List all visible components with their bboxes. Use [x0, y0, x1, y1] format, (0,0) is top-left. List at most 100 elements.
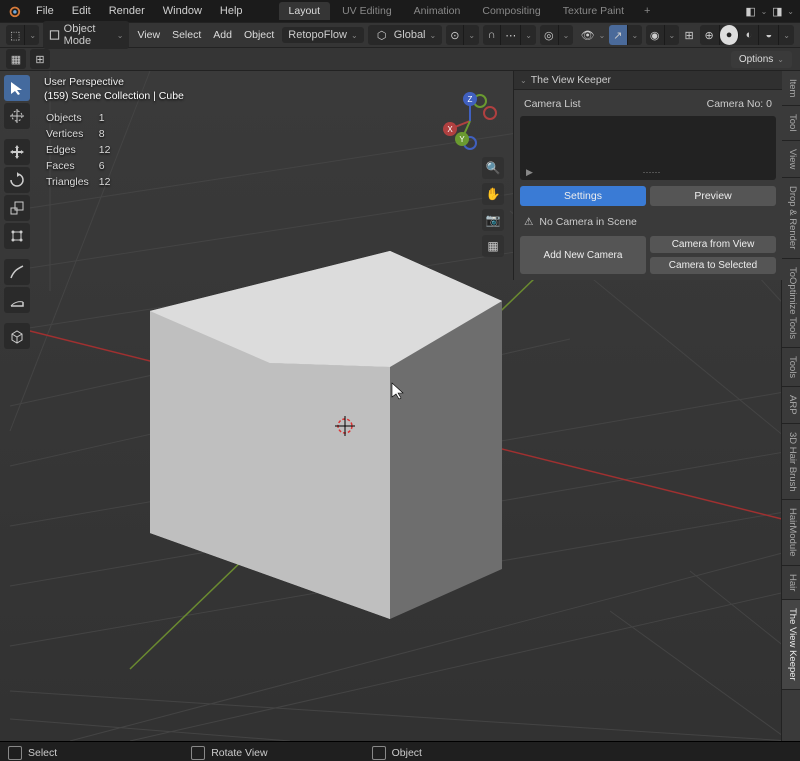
chevron-down-icon: ⌄ [117, 31, 124, 40]
nav-zoom[interactable]: 🔍 [482, 157, 504, 179]
chevron-down-icon: ⌄ [628, 29, 642, 42]
viewport-header: ⬚ ⌄ Object Mode ⌄ View Select Add Object… [0, 22, 800, 48]
header-add[interactable]: Add [209, 27, 236, 43]
nav-camera[interactable]: 📷 [482, 209, 504, 231]
navigation-gizmo[interactable]: X Y Z [440, 91, 500, 151]
menu-window[interactable]: Window [155, 2, 210, 20]
vtab-tools[interactable]: Tools [782, 348, 800, 387]
viewlayer-dropdown-icon[interactable]: ◨ [769, 3, 785, 19]
vtab-drop-render[interactable]: Drop & Render [782, 178, 800, 258]
menu-edit[interactable]: Edit [64, 2, 99, 20]
top-menubar: File Edit Render Window Help Layout UV E… [0, 0, 800, 22]
overlay-toggle[interactable]: ◉ ⌄ [646, 25, 679, 45]
tool-cursor[interactable] [4, 103, 30, 129]
vtab-3dhair[interactable]: 3D Hair Brush [782, 424, 800, 501]
main-area: User Perspective (159) Scene Collection … [0, 71, 800, 741]
tool-measure[interactable] [4, 287, 30, 313]
camera-list[interactable]: ▶ ⋯⋯ [520, 116, 776, 180]
add-new-camera-button[interactable]: Add New Camera [520, 236, 646, 274]
vtab-tooptimize[interactable]: ToOptimize Tools [782, 259, 800, 348]
tool-annotate[interactable] [4, 259, 30, 285]
play-icon[interactable]: ▶ [526, 167, 533, 178]
xray-toggle[interactable]: ⊞ [683, 27, 696, 43]
header-options-row: ▦ ⊞ Options ⌄ [0, 48, 800, 71]
tool-scale[interactable] [4, 195, 30, 221]
workspace-tab-compositing[interactable]: Compositing [472, 2, 550, 20]
editor-type-selector[interactable]: ⬚ ⌄ [6, 25, 39, 45]
shading-solid[interactable]: ● [720, 25, 740, 45]
proportional-edit[interactable]: ◎ ⌄ [540, 25, 573, 45]
workspace-tab-layout[interactable]: Layout [279, 2, 331, 20]
collection-label: (159) Scene Collection | Cube [44, 89, 184, 103]
nav-pan[interactable]: ✋ [482, 183, 504, 205]
pivot-dropdown[interactable]: ⊙ ⌄ [446, 25, 479, 45]
options-label: Options [739, 54, 773, 65]
tool-rotate[interactable] [4, 167, 30, 193]
shading-rendered[interactable]: ◒ [759, 25, 779, 45]
shading-material[interactable]: ◐ [739, 25, 759, 45]
status-rotate: Rotate View [191, 746, 267, 760]
n-panel: ⌄ The View Keeper Camera List Camera No:… [513, 71, 782, 280]
3d-viewport[interactable]: User Perspective (159) Scene Collection … [0, 71, 800, 741]
retopoflow-dropdown[interactable]: RetopoFlow ⌄ [282, 27, 363, 43]
shading-wireframe[interactable]: ⊕ [700, 25, 720, 45]
settings-tab[interactable]: Settings [520, 186, 646, 206]
overlay-icon: ◉ [646, 25, 665, 45]
workspace-tab-uv[interactable]: UV Editing [332, 2, 402, 20]
svg-text:Z: Z [468, 95, 473, 104]
corner-widget-1[interactable]: ▦ [6, 49, 26, 69]
status-select: Select [8, 746, 57, 760]
gizmo-toggle[interactable]: ↗ ⌄ [609, 25, 642, 45]
disclosure-icon: ⌄ [520, 76, 527, 85]
camera-from-view-button[interactable]: Camera from View [650, 236, 776, 253]
magnet-icon: ∩ [483, 25, 501, 45]
vtab-item[interactable]: Item [782, 71, 800, 106]
menu-render[interactable]: Render [101, 2, 153, 20]
grip-icon[interactable]: ⋯⋯ [642, 167, 660, 178]
workspace-tab-texture-paint[interactable]: Texture Paint [553, 2, 634, 20]
corner-widget-2[interactable]: ⊞ [30, 49, 50, 69]
vtab-hairmodule[interactable]: HairModule [782, 500, 800, 566]
chevron-down-icon: ⌄ [430, 31, 437, 40]
chevron-down-icon: ⌄ [464, 29, 478, 42]
vtab-view-keeper[interactable]: The View Keeper [782, 600, 800, 690]
mouse-right-icon [372, 746, 386, 760]
vtab-hair[interactable]: Hair [782, 566, 800, 600]
options-dropdown[interactable]: Options ⌄ [731, 51, 792, 68]
camera-to-selected-button[interactable]: Camera to Selected [650, 257, 776, 274]
chevron-down-icon: ⌄ [25, 29, 38, 42]
nav-ortho[interactable]: ▦ [482, 235, 504, 257]
tool-select-box[interactable] [4, 75, 30, 101]
preview-tab[interactable]: Preview [650, 186, 776, 206]
visibility-icon[interactable]: 👁 [581, 27, 595, 43]
chevron-down-icon: ⌄ [521, 29, 536, 42]
orientation-dropdown[interactable]: ⬡ Global ⌄ [368, 25, 443, 45]
header-object[interactable]: Object [240, 27, 278, 43]
scene-dropdown-icon[interactable]: ◧ [743, 3, 759, 19]
tool-add-cube[interactable] [4, 323, 30, 349]
tool-move[interactable] [4, 139, 30, 165]
workspace-add-button[interactable]: + [636, 2, 658, 20]
tool-transform[interactable] [4, 223, 30, 249]
panel-header[interactable]: ⌄ The View Keeper [514, 71, 782, 90]
no-camera-text: No Camera in Scene [539, 216, 636, 228]
shading-modes: ⊕ ● ◐ ◒ ⌄ [700, 25, 794, 45]
menu-file[interactable]: File [28, 2, 62, 20]
header-view[interactable]: View [133, 27, 164, 43]
chevron-down-icon: ⌄ [787, 7, 794, 16]
perspective-label: User Perspective [44, 75, 184, 89]
header-select[interactable]: Select [168, 27, 205, 43]
snap-toggle[interactable]: ∩ ⋯ ⌄ [483, 25, 536, 45]
menu-help[interactable]: Help [212, 2, 251, 20]
vtab-arp[interactable]: ARP [782, 387, 800, 424]
vtab-tool[interactable]: Tool [782, 106, 800, 140]
chevron-down-icon: ⌄ [761, 7, 768, 16]
chevron-down-icon: ⌄ [665, 29, 679, 42]
chevron-down-icon: ⌄ [777, 55, 784, 64]
vtab-view[interactable]: View [782, 141, 800, 178]
workspace-tab-animation[interactable]: Animation [404, 2, 471, 20]
orientation-label: Global [394, 29, 426, 41]
n-panel-tabs: Item Tool View Drop & Render ToOptimize … [781, 71, 800, 741]
mode-selector[interactable]: Object Mode ⌄ [43, 21, 130, 49]
svg-text:X: X [447, 125, 453, 134]
